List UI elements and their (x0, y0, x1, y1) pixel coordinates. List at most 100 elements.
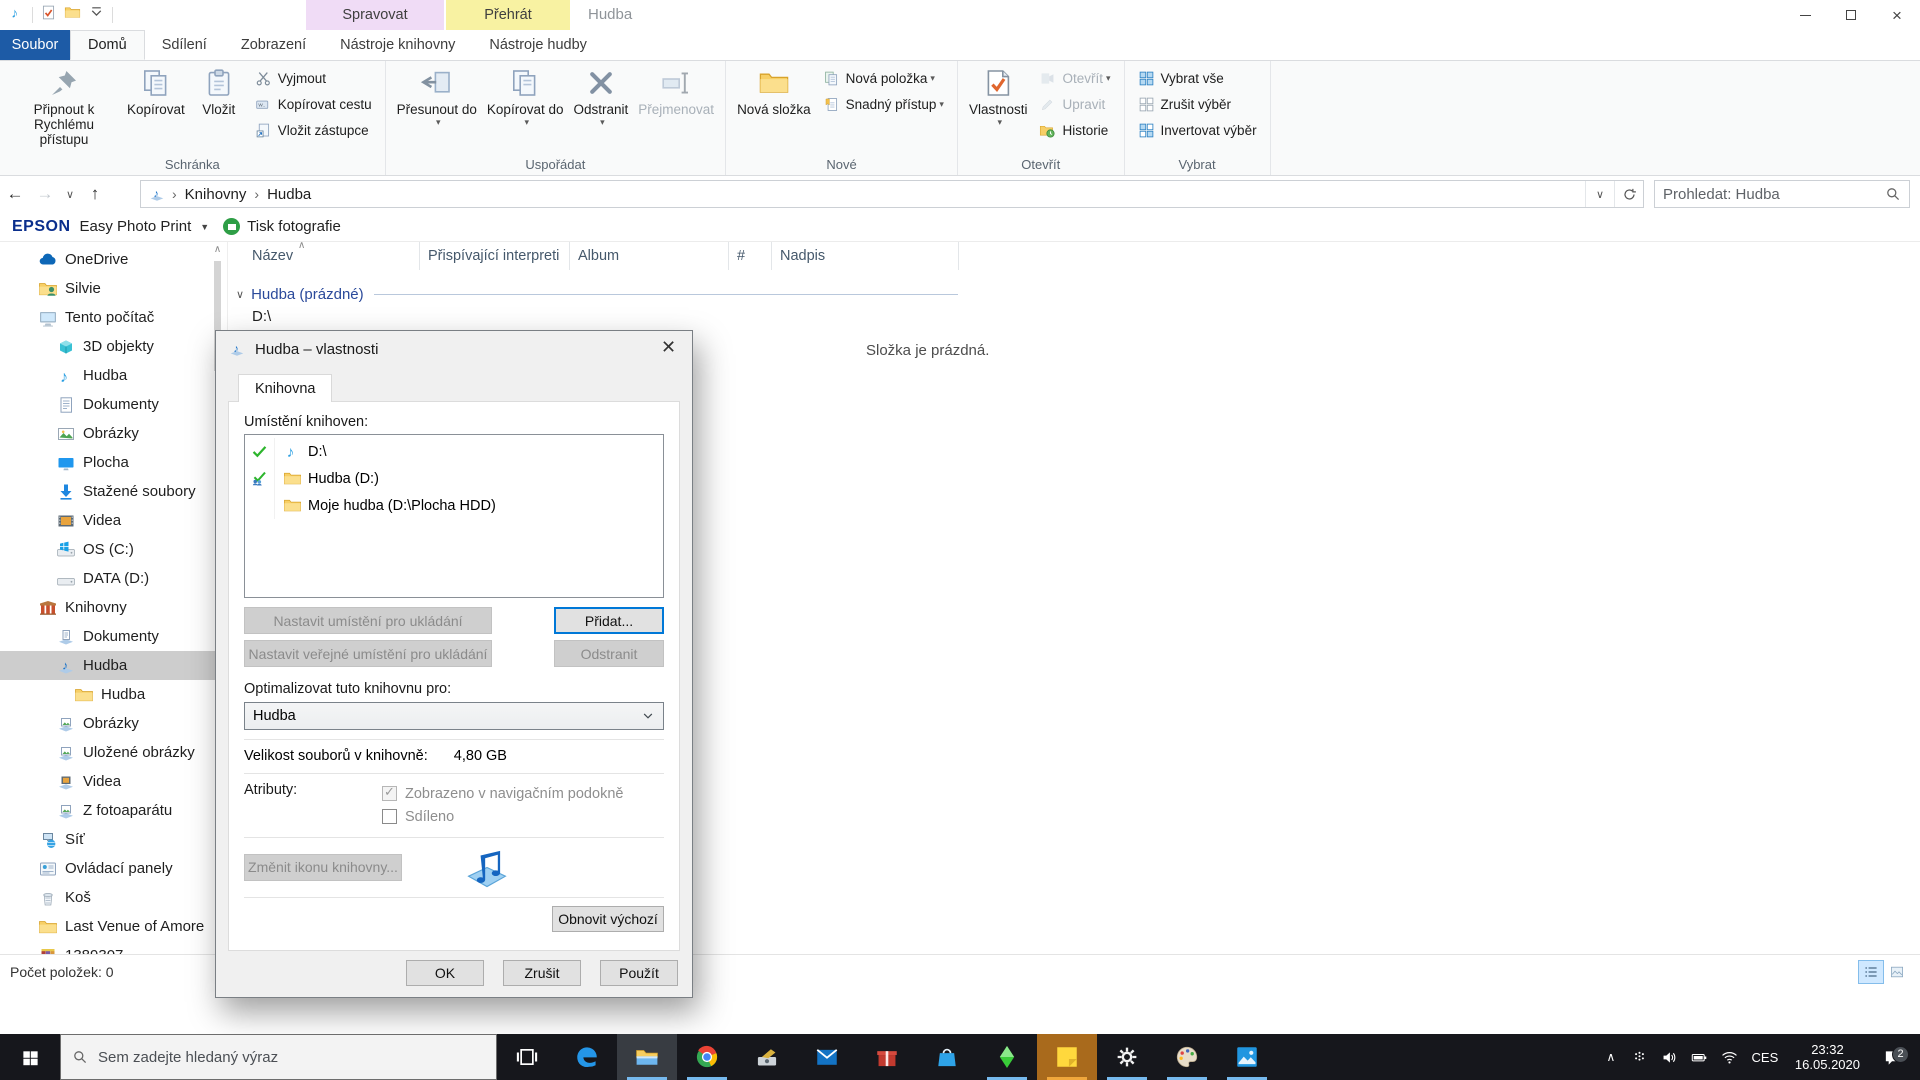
sidebar-item-obrazky[interactable]: Obrázky (0, 709, 227, 738)
taskbar-paint-button[interactable] (1157, 1034, 1217, 1080)
ribbon-button-upravit[interactable]: Upravit (1032, 91, 1117, 117)
ribbon-button-odstranit[interactable]: Odstranit ▾ (568, 63, 633, 127)
shown-in-nav-pane-checkbox[interactable] (382, 784, 397, 801)
sidebar-item-hudba[interactable]: Hudba (0, 680, 227, 709)
ribbon-button-otevrit[interactable]: Otevřít ▾ (1032, 65, 1117, 91)
refresh-button[interactable] (1614, 181, 1643, 207)
sidebar-item-stazene-soubory[interactable]: Stažené soubory (0, 477, 227, 506)
taskbar-search-input[interactable]: Sem zadejte hledaný výraz (60, 1034, 497, 1080)
sidebar-item-kos[interactable]: Koš (0, 883, 227, 912)
forward-button[interactable]: → (30, 184, 60, 204)
sidebar-item-ulozene-obrazky[interactable]: Uložené obrázky (0, 738, 227, 767)
details-view-button[interactable] (1858, 959, 1884, 984)
sidebar-item-1389307[interactable]: 1389307 (0, 941, 227, 954)
contextual-tab-prehrat[interactable]: Přehrát (446, 0, 570, 30)
ribbon-button-invertovat-vyber[interactable]: Invertovat výběr (1131, 117, 1264, 143)
volume-button[interactable] (1655, 1049, 1685, 1066)
column-header-nazev[interactable]: Název (244, 242, 419, 270)
ok-button[interactable]: OK (406, 960, 484, 986)
add-button[interactable]: Přidat... (554, 607, 664, 634)
ribbon-button-zrusit-vyber[interactable]: Zrušit výběr (1131, 91, 1264, 117)
library-locations-list[interactable]: ♪ D:\ Hudba (D:) Moje hudba (D:\Plocha HDD) (244, 434, 664, 598)
hidden-icons-button[interactable]: ∧ (1597, 1050, 1625, 1064)
ribbon-button-historie[interactable]: Historie (1032, 117, 1117, 143)
tab-nastroje-knihovny[interactable]: Nástroje knihovny (323, 30, 472, 60)
qat-new-folder[interactable] (64, 4, 81, 26)
contextual-tab-spravovat[interactable]: Spravovat (306, 0, 444, 30)
library-location-hudba-d[interactable]: Hudba (D:) (245, 465, 663, 492)
group-header[interactable]: ∨ Hudba (prázdné) (236, 286, 958, 303)
search-input[interactable]: Prohledat: Hudba (1654, 180, 1910, 208)
sidebar-item-sit[interactable]: Síť (0, 825, 227, 854)
power-button[interactable] (1685, 1049, 1715, 1066)
up-button[interactable]: ↑ (80, 184, 110, 204)
print-photo-button[interactable]: Tisk fotografie (247, 218, 341, 235)
ribbon-button-kopirovat-do[interactable]: Kopírovat do ▾ (482, 63, 569, 127)
clock[interactable]: 23:32 16.05.2020 (1785, 1042, 1870, 1072)
sidebar-item-last-venue-of-amore[interactable]: Last Venue of Amore (0, 912, 227, 941)
sidebar-item-onedrive[interactable]: OneDrive (0, 245, 227, 274)
scroll-up-icon[interactable]: ∧ (214, 244, 221, 255)
dialog-close-button[interactable]: ✕ (646, 332, 691, 362)
taskbar-sims-button[interactable] (977, 1034, 1037, 1080)
column-header-album[interactable]: Album (569, 242, 728, 270)
tab-nastroje-hudby[interactable]: Nástroje hudby (472, 30, 604, 60)
collapse-group-icon[interactable]: ∨ (236, 288, 244, 301)
sidebar-item-data-d[interactable]: DATA (D:) (0, 564, 227, 593)
taskbar-task-view-button[interactable] (497, 1034, 557, 1080)
column-header-nadpis[interactable]: Nadpis (771, 242, 958, 270)
ribbon-button-vlozit[interactable]: Vložit (190, 63, 248, 117)
ribbon-button-presunout-do[interactable]: Přesunout do ▾ (392, 63, 482, 127)
address-dropdown-button[interactable]: ∨ (1585, 181, 1614, 207)
sidebar-item-os-c[interactable]: OS (C:) (0, 535, 227, 564)
remove-button[interactable]: Odstranit (554, 640, 664, 667)
ribbon-button-kopirovat-cestu[interactable]: W.. Kopírovat cestu (248, 91, 379, 117)
qat-properties[interactable] (40, 4, 57, 26)
action-center-button[interactable]: 2 (1870, 1045, 1914, 1067)
sidebar-item-dokumenty[interactable]: Dokumenty (0, 622, 227, 651)
ribbon-button-kopirovat[interactable]: Kopírovat (122, 63, 190, 117)
ribbon-button-pripnout-k-rychlemu-pristupu[interactable]: Připnout k Rychlému přístupu (6, 63, 122, 147)
breadcrumb[interactable]: ♪ › Knihovny › Hudba ∨ (140, 180, 1644, 208)
tab-domu[interactable]: Domů (70, 30, 145, 60)
sidebar-item-hudba[interactable]: ♪ Hudba (0, 361, 227, 390)
ribbon-button-prejmenovat[interactable]: Přejmenovat (633, 63, 719, 117)
taskbar-store-button[interactable] (917, 1034, 977, 1080)
taskbar-photos-button[interactable] (1217, 1034, 1277, 1080)
thumbnails-view-button[interactable] (1884, 960, 1910, 984)
taskbar-settings-button[interactable] (1097, 1034, 1157, 1080)
sidebar-item-3d-objekty[interactable]: 3D objekty (0, 332, 227, 361)
ribbon-button-vlozit-zastupce[interactable]: Vložit zástupce (248, 117, 379, 143)
maximize-button[interactable] (1828, 0, 1874, 30)
set-public-save-location-button[interactable]: Nastavit veřejné umístění pro ukládání (244, 640, 492, 667)
sidebar-item-videa[interactable]: Videa (0, 767, 227, 796)
sidebar-item-ovladaci-panely[interactable]: Ovládací panely (0, 854, 227, 883)
tab-knihovna[interactable]: Knihovna (238, 374, 333, 402)
list-item[interactable]: D:\ (252, 308, 271, 325)
set-save-location-button[interactable]: Nastavit umístění pro ukládání (244, 607, 492, 634)
taskbar-file-explorer-button[interactable] (617, 1034, 677, 1080)
tab-zobrazeni[interactable]: Zobrazení (224, 30, 323, 60)
optimize-combobox[interactable]: Hudba (244, 702, 664, 730)
ribbon-button-nova-slozka[interactable]: Nová složka (732, 63, 816, 117)
start-button[interactable] (0, 1034, 60, 1080)
epson-app-label[interactable]: Easy Photo Print (80, 218, 192, 235)
change-icon-button[interactable]: Změnit ikonu knihovny... (244, 853, 402, 881)
ribbon-button-snadny-pristup[interactable]: Snadný přístup ▾ (816, 91, 951, 117)
qat-customize[interactable] (88, 4, 105, 26)
column-header-[interactable]: # (728, 242, 771, 270)
window-icon[interactable]: ♪ (8, 4, 25, 26)
sidebar-item-videa[interactable]: Videa (0, 506, 227, 535)
breadcrumb-item-hudba[interactable]: Hudba (265, 186, 313, 203)
apply-button[interactable]: Použít (600, 960, 678, 986)
epson-dropdown-icon[interactable]: ▼ (200, 222, 209, 232)
tray-app-button[interactable] (1625, 1049, 1655, 1066)
taskbar-edge-button[interactable] (557, 1034, 617, 1080)
taskbar-sticky-notes-button[interactable] (1037, 1034, 1097, 1080)
sidebar-item-hudba[interactable]: ♪ Hudba (0, 651, 227, 680)
shared-checkbox[interactable] (382, 809, 397, 824)
sidebar-item-tento-pocitac[interactable]: Tento počítač (0, 303, 227, 332)
ribbon-button-vlastnosti[interactable]: Vlastnosti ▾ (964, 63, 1033, 127)
taskbar-gift-app-button[interactable] (857, 1034, 917, 1080)
back-button[interactable]: ← (0, 184, 30, 204)
